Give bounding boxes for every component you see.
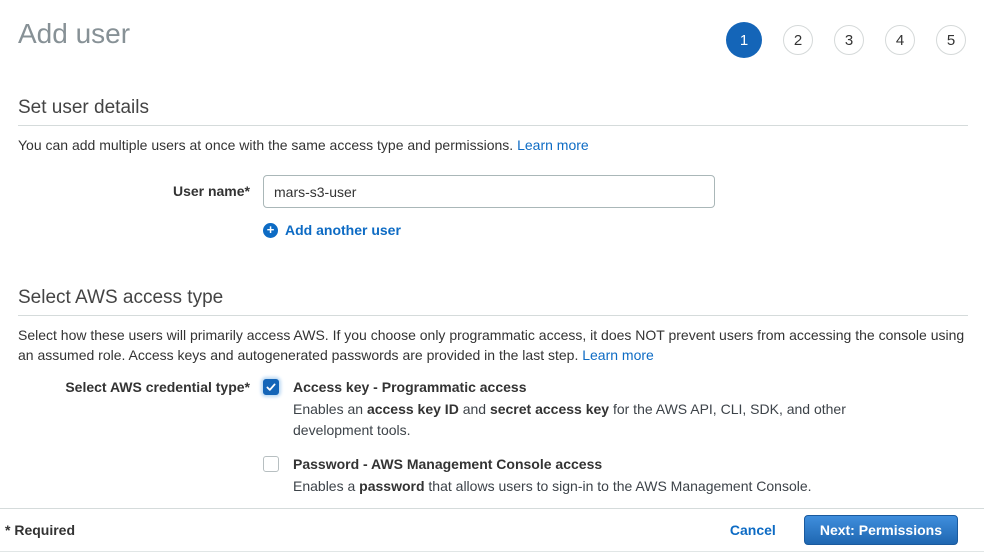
step-indicator-3: 3	[834, 25, 864, 55]
password-option-desc: Enables a password that allows users to …	[293, 476, 812, 497]
access-key-option: Access key - Programmatic access Enables…	[263, 378, 848, 441]
credential-type-row: Select AWS credential type* Access key -…	[0, 378, 984, 497]
wizard-footer: * Required Cancel Next: Permissions	[0, 508, 984, 552]
desc-bold: password	[359, 478, 424, 494]
access-type-description-text: Select how these users will primarily ac…	[18, 327, 964, 363]
access-key-checkbox[interactable]	[263, 379, 279, 395]
add-another-row: + Add another user	[263, 221, 984, 238]
password-option: Password - AWS Management Console access…	[263, 455, 848, 497]
desc-text: and	[459, 401, 490, 417]
user-details-description: You can add multiple users at once with …	[18, 135, 966, 155]
plus-circle-icon: +	[263, 223, 278, 238]
required-note: * Required	[5, 522, 75, 538]
user-details-description-text: You can add multiple users at once with …	[18, 137, 513, 153]
username-label: User name*	[0, 175, 250, 199]
desc-bold: access key ID	[367, 401, 459, 417]
add-user-page: Add user 1 2 3 4 5 Set user details You …	[0, 0, 984, 556]
learn-more-link-user-details[interactable]: Learn more	[517, 137, 589, 153]
access-key-option-desc: Enables an access key ID and secret acce…	[293, 399, 848, 441]
page-header: Add user 1 2 3 4 5	[0, 0, 984, 58]
desc-text: that allows users to sign-in to the AWS …	[425, 478, 812, 494]
access-key-option-title: Access key - Programmatic access	[293, 378, 848, 396]
step-indicator-2: 2	[783, 25, 813, 55]
add-another-user-link[interactable]: + Add another user	[263, 222, 401, 238]
page-title: Add user	[18, 16, 130, 52]
wizard-step-indicator: 1 2 3 4 5	[726, 22, 966, 58]
desc-text: Enables an	[293, 401, 367, 417]
password-checkbox[interactable]	[263, 456, 279, 472]
next-permissions-button[interactable]: Next: Permissions	[804, 515, 958, 545]
section-heading-user-details: Set user details	[18, 98, 968, 126]
step-indicator-5: 5	[936, 25, 966, 55]
password-option-body: Password - AWS Management Console access…	[293, 455, 812, 497]
username-row: User name*	[0, 175, 984, 208]
password-option-title: Password - AWS Management Console access	[293, 455, 812, 473]
section-heading-access-type: Select AWS access type	[18, 288, 968, 316]
credential-type-label: Select AWS credential type*	[0, 378, 250, 395]
access-type-description: Select how these users will primarily ac…	[18, 325, 966, 365]
step-indicator-1: 1	[726, 22, 762, 58]
step-indicator-4: 4	[885, 25, 915, 55]
access-key-option-body: Access key - Programmatic access Enables…	[293, 378, 848, 441]
checkmark-icon	[265, 381, 277, 393]
desc-text: Enables a	[293, 478, 359, 494]
desc-bold: secret access key	[490, 401, 609, 417]
credential-options: Access key - Programmatic access Enables…	[263, 378, 848, 497]
cancel-button[interactable]: Cancel	[730, 522, 776, 538]
add-another-user-label: Add another user	[285, 222, 401, 238]
footer-actions: Cancel Next: Permissions	[730, 515, 958, 545]
username-input[interactable]	[263, 175, 715, 208]
learn-more-link-access-type[interactable]: Learn more	[582, 347, 654, 363]
